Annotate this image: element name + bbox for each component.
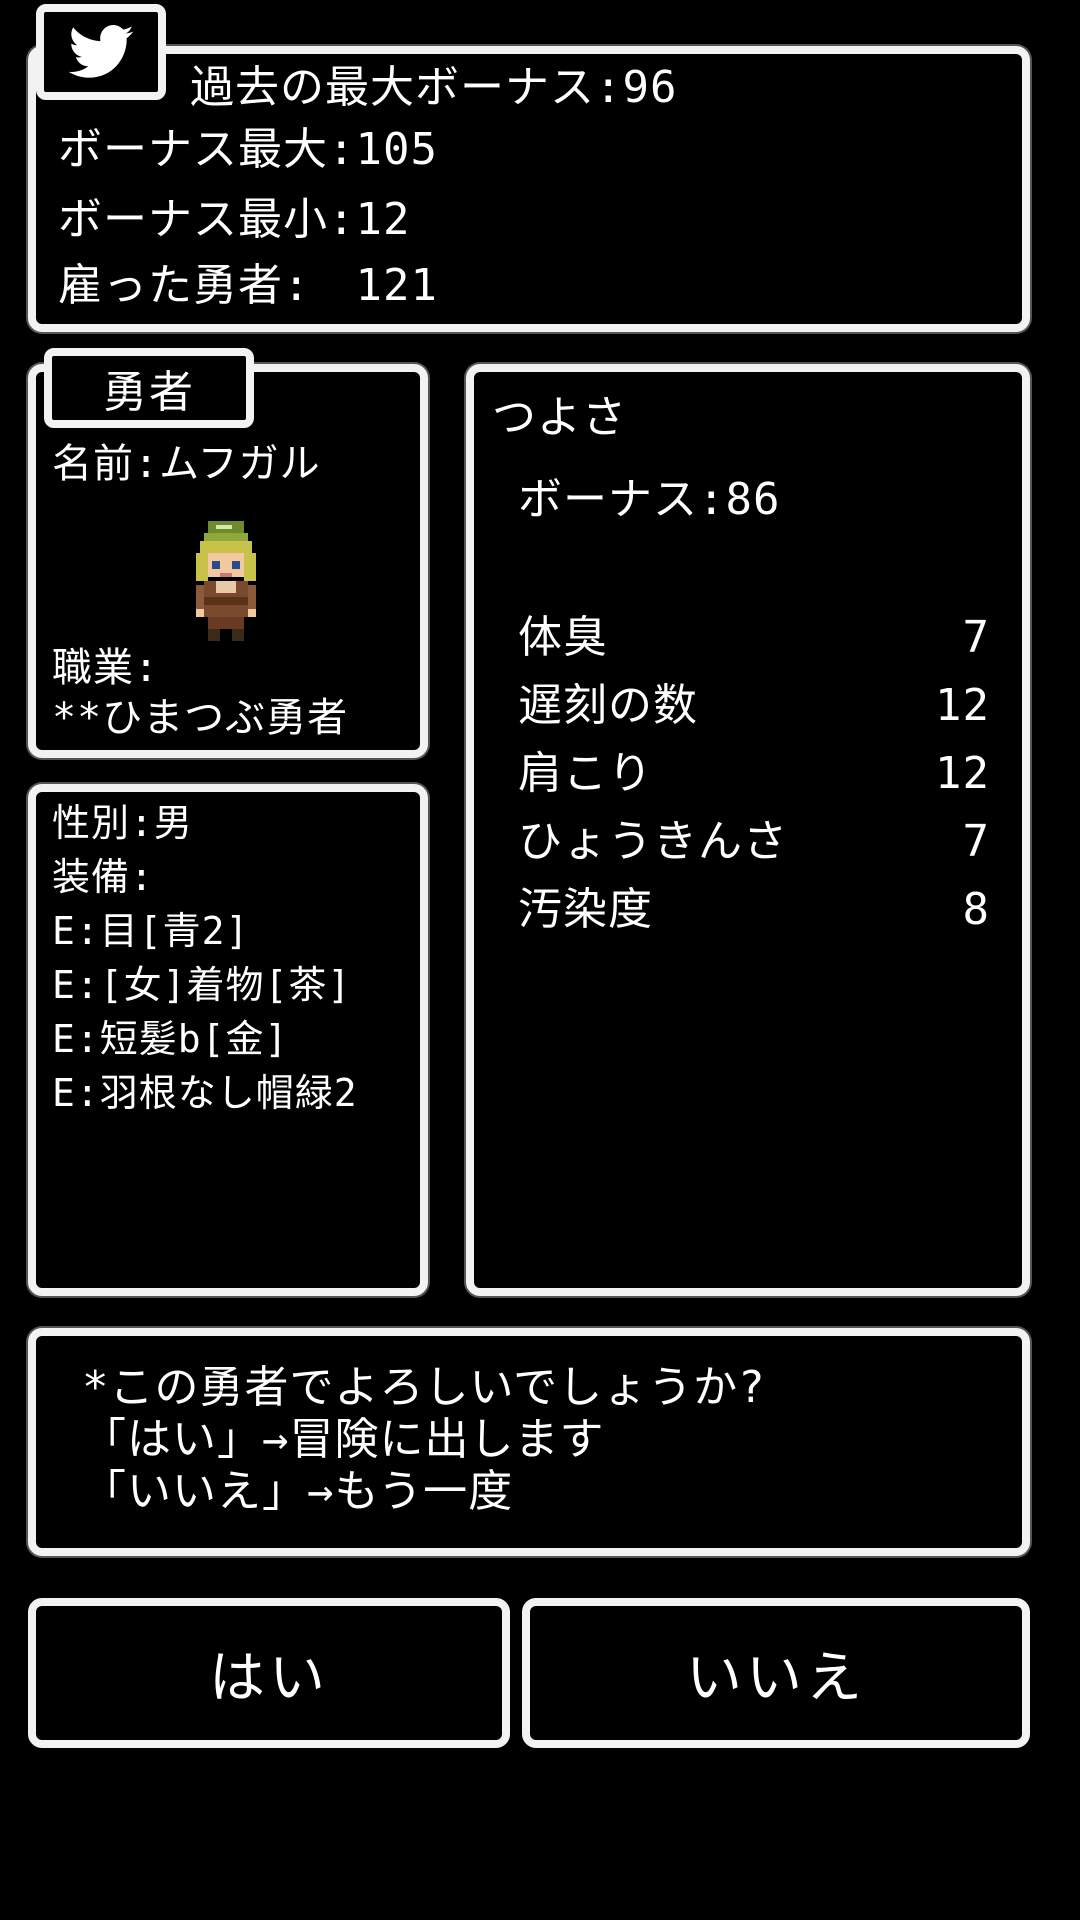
message-line: 「いいえ」→もう一度 [82,1466,514,1517]
stat-value: 7 [962,612,990,663]
stat-label: ひょうきんさ [518,816,788,867]
hero-tab: 勇者 [44,348,254,428]
equip-item: E:短髪b[金] [52,1017,289,1061]
equip-label: 装備: [52,855,154,899]
stat-value: 12 [935,748,990,799]
equip-item: E:目[青2] [52,909,250,953]
stats-title: つよさ [492,392,627,443]
hired-heroes-text: 雇った勇者: 121 [58,260,438,311]
stat-label: 肩こり [518,748,653,799]
job-label: 職業: [52,645,160,691]
stat-label: 汚染度 [518,884,653,935]
hero-tab-label: 勇者 [103,367,195,418]
bonus-min-text: ボーナス最小:12 [58,194,411,245]
hero-name: 名前:ムフガル [52,441,321,487]
hero-sprite [196,521,256,641]
yes-button[interactable]: はい [28,1598,510,1748]
past-max-bonus-text: 過去の最大ボーナス:96 [190,62,678,113]
stat-label: 遅刻の数 [518,680,698,731]
stat-value: 8 [962,884,990,935]
stat-label: 体臭 [518,612,608,663]
message-line: *この勇者でよろしいでしょうか? [82,1362,766,1413]
bonus-max-text: ボーナス最大:105 [58,124,438,175]
stat-value: 12 [935,680,990,731]
no-button[interactable]: いいえ [522,1598,1030,1748]
twitter-bird-icon [68,25,134,78]
yes-button-label: はい [209,1645,329,1711]
equip-item: E:羽根なし帽緑2 [52,1071,358,1115]
stats-bonus: ボーナス:86 [518,474,781,525]
gender-text: 性別:男 [52,801,193,845]
message-line: 「はい」→冒険に出します [82,1414,605,1465]
equip-item: E:[女]着物[茶] [52,963,352,1007]
job-value: **ひまつぶ勇者 [52,695,349,741]
twitter-share-button[interactable] [36,4,166,100]
no-button-label: いいえ [686,1645,866,1711]
stat-value: 7 [962,816,990,867]
